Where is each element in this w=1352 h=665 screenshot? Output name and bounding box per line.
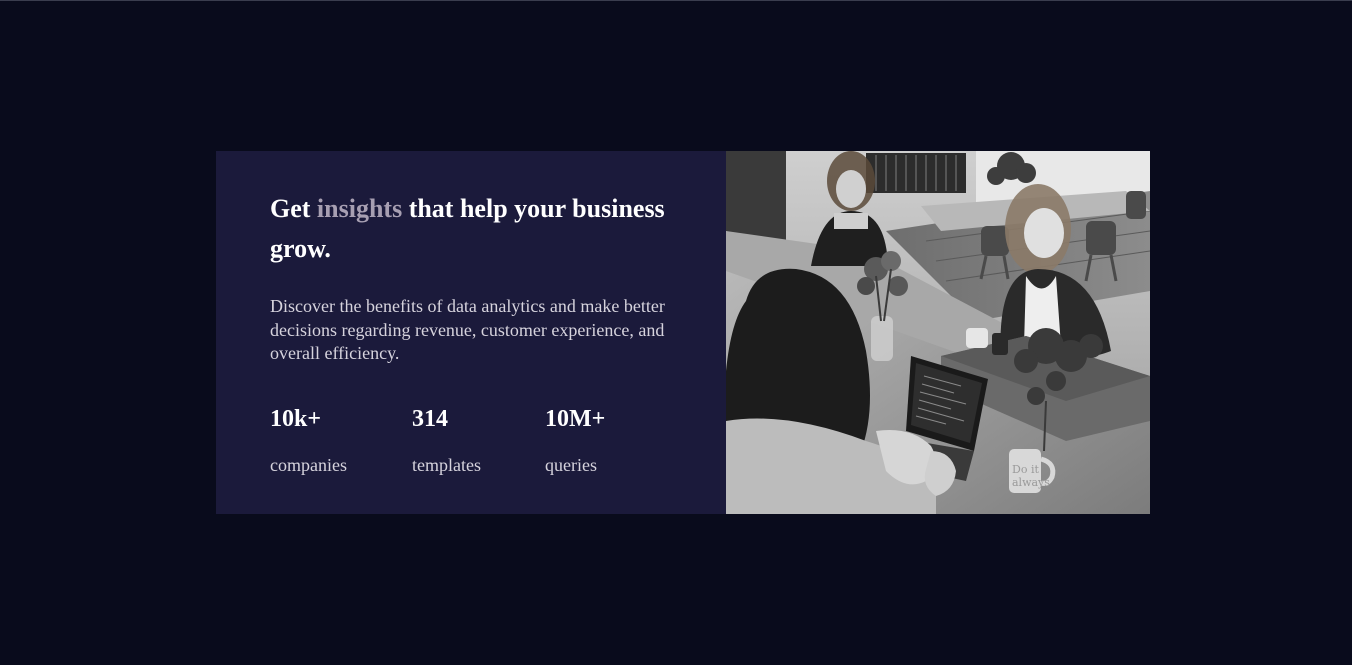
- card-text-panel: Get insights that help your business gro…: [216, 151, 726, 514]
- mug-lettering-2: always: [1012, 476, 1050, 489]
- stat-value: 10k+: [270, 405, 322, 432]
- hero-headline: Get insights that help your business gro…: [270, 189, 686, 269]
- hero-description: Discover the benefits of data analytics …: [270, 296, 665, 363]
- stat-value: 314: [412, 405, 448, 432]
- office-photo: Do it always: [726, 151, 1150, 514]
- stat-label: queries: [545, 454, 597, 475]
- stat-companies: 10k+ companies: [270, 406, 412, 475]
- stats-preview-card: Get insights that help your business gro…: [216, 151, 1150, 514]
- stat-label: templates: [412, 454, 481, 475]
- headline-pre: Get: [270, 194, 317, 223]
- stat-value: 10M+: [545, 405, 606, 432]
- stat-templates: 314 templates: [412, 406, 545, 475]
- office-photo-illustration: Do it always: [726, 151, 1150, 514]
- mug-lettering: Do it: [1012, 463, 1039, 476]
- headline-accent: insights: [316, 194, 403, 223]
- stat-label: companies: [270, 454, 347, 475]
- stat-queries: 10M+ queries: [545, 406, 665, 475]
- stats-row: 10k+ companies 314 templates 10M+ querie…: [270, 406, 686, 475]
